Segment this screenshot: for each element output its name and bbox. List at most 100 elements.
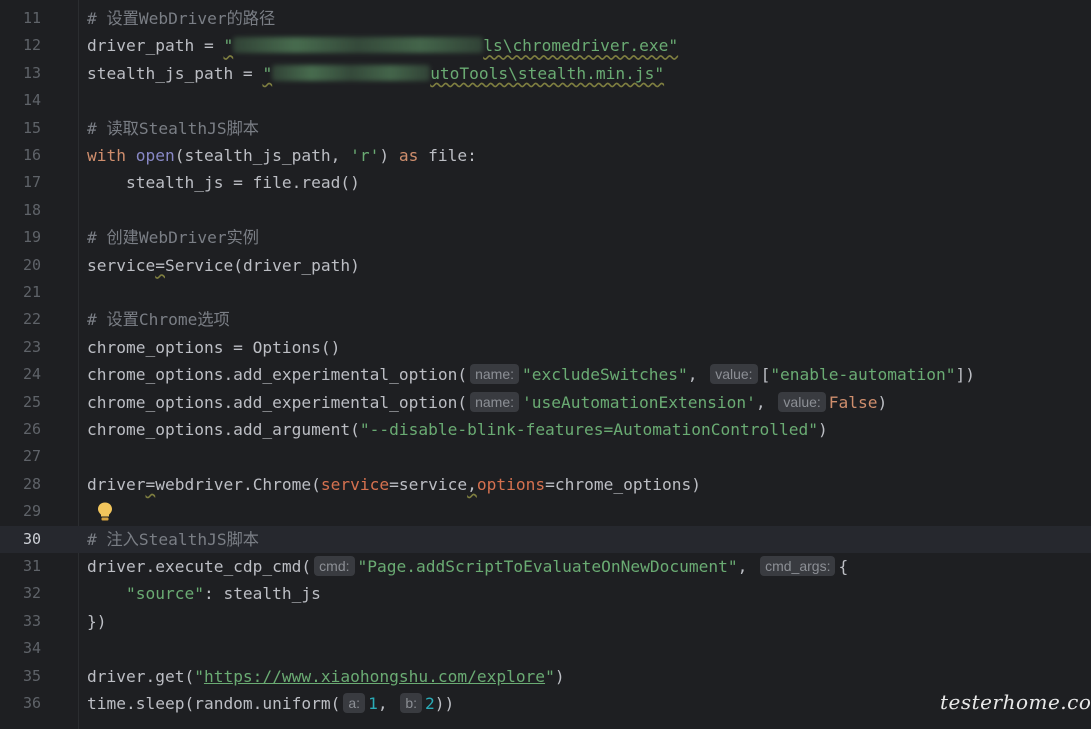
code-line[interactable]: 20 service=Service(driver_path): [0, 252, 1091, 279]
line-number[interactable]: 16: [0, 142, 41, 169]
code-line[interactable]: 21: [0, 279, 1091, 306]
code-text[interactable]: }): [87, 608, 107, 635]
code-token: )): [434, 694, 455, 713]
parameter-hint: b:: [400, 693, 423, 713]
code-line[interactable]: 25 chrome_options.add_experimental_option…: [0, 389, 1091, 416]
code-text[interactable]: stealth_js_path = " utoTools\stealth.min.…: [87, 60, 664, 87]
code-token: [: [760, 365, 771, 385]
code-token: stealth_js_path =: [87, 63, 263, 83]
code-line[interactable]: 32 "source": stealth_js: [0, 580, 1091, 607]
code-line[interactable]: 35 driver.get("https://www.xiaohongshu.co…: [0, 663, 1091, 690]
code-line[interactable]: 22 # 设置Chrome选项: [0, 306, 1091, 333]
code-token: stealth_js = file.read(): [87, 173, 360, 193]
lightbulb-icon[interactable]: [96, 501, 114, 523]
line-number[interactable]: 15: [0, 115, 41, 142]
code-token: # 注入StealthJS脚本: [87, 529, 259, 549]
code-token: "excludeSwitches": [522, 365, 688, 385]
code-line[interactable]: 12 driver_path = " ls\chromedriver.exe": [0, 32, 1091, 59]
code-text[interactable]: # 读取StealthJS脚本: [87, 115, 259, 142]
code-text[interactable]: driver=webdriver.Chrome(service=service,…: [87, 471, 701, 498]
code-line[interactable]: 28 driver=webdriver.Chrome(service=servic…: [0, 471, 1091, 498]
code-line[interactable]: 14: [0, 87, 1091, 114]
code-text[interactable]: # 设置WebDriver的路径: [87, 5, 275, 32]
code-token: 2: [425, 694, 435, 713]
code-token: 1: [368, 694, 378, 713]
code-text[interactable]: # 注入StealthJS脚本: [87, 526, 259, 553]
line-number[interactable]: 18: [0, 197, 41, 224]
code-line[interactable]: 13 stealth_js_path = " utoTools\stealth.mi…: [0, 60, 1091, 87]
line-number[interactable]: 14: [0, 87, 41, 114]
code-text[interactable]: driver.execute_cdp_cmd(cmd: "Page.addScri…: [87, 553, 848, 580]
code-text[interactable]: with open(stealth_js_path, 'r') as file:: [87, 142, 477, 169]
line-number[interactable]: 25: [0, 389, 41, 416]
code-token: ): [817, 420, 828, 439]
parameter-hint: cmd_args:: [760, 556, 836, 576]
code-line[interactable]: 17 stealth_js = file.read(): [0, 169, 1091, 196]
code-token: =service: [389, 474, 468, 494]
code-text[interactable]: driver.get("https://www.xiaohongshu.com/…: [87, 663, 565, 690]
code-token: : stealth_js: [203, 584, 321, 604]
code-line[interactable]: 31 driver.execute_cdp_cmd(cmd: "Page.addSc…: [0, 553, 1091, 580]
code-text[interactable]: # 设置Chrome选项: [87, 306, 230, 333]
code-token: "--disable-blink-features=AutomationCont…: [359, 420, 818, 439]
code-text[interactable]: chrome_options.add_experimental_option(n…: [87, 389, 887, 416]
code-token: ): [554, 666, 565, 686]
code-token: ,: [687, 365, 708, 385]
code-line[interactable]: 26 chrome_options.add_argument("--disable…: [0, 416, 1091, 443]
code-text[interactable]: stealth_js = file.read(): [87, 169, 360, 196]
code-line[interactable]: 27: [0, 443, 1091, 470]
code-token: driver: [87, 474, 146, 494]
code-line[interactable]: 23 chrome_options = Options(): [0, 334, 1091, 361]
line-number[interactable]: 24: [0, 361, 41, 388]
code-line[interactable]: 18: [0, 197, 1091, 224]
line-number[interactable]: 30: [0, 526, 41, 553]
line-number[interactable]: 12: [0, 32, 41, 59]
code-line[interactable]: 15 # 读取StealthJS脚本: [0, 115, 1091, 142]
code-editor[interactable]: 11 # 设置WebDriver的路径 12 driver_path = " ls\ch…: [0, 0, 1091, 729]
parameter-hint: name:: [470, 364, 520, 385]
line-number[interactable]: 21: [0, 279, 41, 306]
line-number[interactable]: 22: [0, 306, 41, 333]
code-line[interactable]: 36 time.sleep(random.uniform(a: 1, b: 2)): [0, 690, 1091, 717]
line-number[interactable]: 29: [0, 498, 41, 525]
code-text[interactable]: chrome_options.add_experimental_option(n…: [87, 361, 975, 388]
code-line[interactable]: 16 with open(stealth_js_path, 'r') as fil…: [0, 142, 1091, 169]
code-line[interactable]: 29: [0, 498, 1091, 525]
code-line[interactable]: 19 # 创建WebDriver实例: [0, 224, 1091, 251]
line-number[interactable]: 19: [0, 224, 41, 251]
code-text[interactable]: driver_path = " ls\chromedriver.exe": [87, 32, 678, 59]
code-text[interactable]: service=Service(driver_path): [87, 252, 360, 279]
code-line[interactable]: 34: [0, 635, 1091, 662]
line-number[interactable]: 36: [0, 690, 41, 717]
line-number[interactable]: 28: [0, 471, 41, 498]
code-text[interactable]: time.sleep(random.uniform(a: 1, b: 2)): [87, 690, 454, 717]
line-number[interactable]: 13: [0, 60, 41, 87]
line-number[interactable]: 20: [0, 252, 41, 279]
code-token: Service(driver_path): [164, 255, 360, 275]
line-number[interactable]: 35: [0, 663, 41, 690]
code-text[interactable]: chrome_options = Options(): [87, 334, 340, 361]
line-number[interactable]: 11: [0, 5, 41, 32]
line-number[interactable]: 17: [0, 169, 41, 196]
line-number[interactable]: 27: [0, 443, 41, 470]
code-token: ": [262, 63, 273, 83]
code-token: False: [828, 392, 878, 412]
line-number[interactable]: 32: [0, 580, 41, 607]
code-line[interactable]: 11 # 设置WebDriver的路径: [0, 5, 1091, 32]
code-text[interactable]: chrome_options.add_argument("--disable-b…: [87, 416, 828, 443]
code-line[interactable]: 33}): [0, 608, 1091, 635]
line-number[interactable]: 31: [0, 553, 41, 580]
line-number[interactable]: 23: [0, 334, 41, 361]
code-token: time.sleep(random.uniform(: [87, 694, 341, 713]
code-line[interactable]: 24 chrome_options.add_experimental_option…: [0, 361, 1091, 388]
code-text[interactable]: # 创建WebDriver实例: [87, 224, 259, 251]
code-token: https://www.xiaohongshu.com/explore: [203, 666, 546, 686]
line-number[interactable]: 34: [0, 635, 41, 662]
code-line[interactable]: 30 # 注入StealthJS脚本: [0, 525, 1091, 553]
line-number[interactable]: 33: [0, 608, 41, 635]
line-number[interactable]: 26: [0, 416, 41, 443]
code-text[interactable]: "source": stealth_js: [87, 580, 321, 607]
code-token: chrome_options.add_experimental_option(: [87, 392, 468, 412]
code-token: }): [87, 611, 107, 631]
code-token: ": [223, 36, 234, 56]
